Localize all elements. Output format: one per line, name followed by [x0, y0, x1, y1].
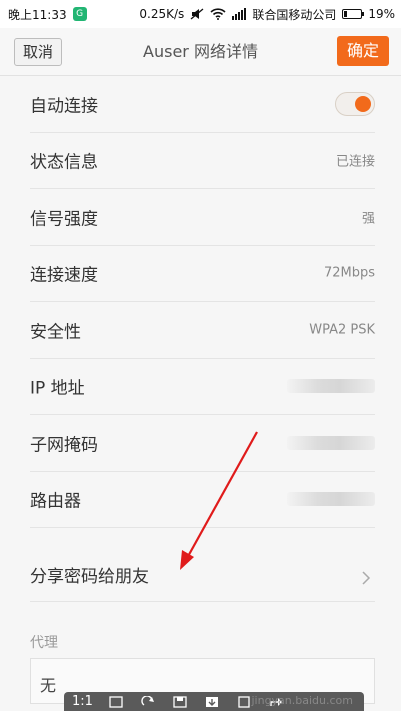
battery-icon: [342, 9, 365, 19]
mute-icon: [190, 8, 204, 20]
row-label: 自动连接: [30, 96, 98, 117]
row-link-speed: 连接速度 72Mbps: [30, 246, 375, 302]
row-label: 安全性: [30, 322, 81, 343]
watermark: jingyan.baidu.com: [251, 694, 353, 707]
row-label: 连接速度: [30, 265, 98, 286]
wifi-icon: [210, 8, 226, 20]
proxy-section-label: 代理: [30, 635, 58, 651]
fit-screen-icon[interactable]: [107, 695, 125, 709]
redacted-value: [287, 435, 375, 450]
redacted-value: [287, 492, 375, 507]
network-speed: 0.25K/s: [139, 7, 185, 21]
row-value: 强: [361, 211, 375, 227]
row-signal-strength: 信号强度 强: [30, 189, 375, 246]
row-label: IP 地址: [30, 378, 85, 399]
zoom-1to1-button[interactable]: 1:1: [72, 694, 93, 709]
cancel-button[interactable]: 取消: [14, 38, 63, 66]
save-icon[interactable]: [171, 695, 189, 709]
rotate-icon[interactable]: [139, 695, 157, 709]
row-label: 信号强度: [30, 209, 98, 230]
row-status: 状态信息 已连接: [30, 133, 375, 189]
row-label: 分享密码给朋友: [30, 567, 149, 587]
row-label: 路由器: [30, 491, 81, 512]
redacted-value: [287, 379, 375, 394]
row-auto-connect[interactable]: 自动连接: [30, 76, 375, 133]
download-icon[interactable]: [203, 695, 221, 709]
status-bar: 晚上11:33 G 0.25K/s 联合国移动公司 19%: [0, 0, 401, 28]
auto-connect-toggle[interactable]: [335, 91, 375, 116]
header-bar: Auser 网络详情 取消 确定: [0, 28, 401, 76]
signal-icon: [232, 8, 247, 20]
confirm-button[interactable]: 确定: [336, 36, 389, 66]
row-share-password[interactable]: 分享密码给朋友: [30, 528, 375, 602]
row-subnet-mask: 子网掩码: [30, 415, 375, 472]
battery-percent: 19%: [368, 7, 395, 21]
app-notification-icon: G: [72, 7, 87, 21]
status-time: 晚上11:33: [8, 7, 67, 22]
row-security: 安全性 WPA2 PSK: [30, 302, 375, 359]
row-router: 路由器: [30, 472, 375, 528]
toggle-knob: [355, 95, 371, 112]
row-label: 状态信息: [30, 152, 98, 173]
carrier-name: 联合国移动公司: [252, 7, 337, 22]
chevron-right-icon: [362, 571, 371, 585]
network-detail-list: 自动连接 状态信息 已连接 信号强度 强 连接速度 72Mbps 安全性 WPA…: [0, 76, 401, 602]
row-value: WPA2 PSK: [309, 322, 375, 338]
row-value: 72Mbps: [323, 265, 375, 281]
row-value: 已连接: [335, 154, 375, 170]
row-ip-address: IP 地址: [30, 359, 375, 415]
proxy-value: 无: [40, 676, 57, 695]
row-label: 子网掩码: [30, 435, 98, 456]
